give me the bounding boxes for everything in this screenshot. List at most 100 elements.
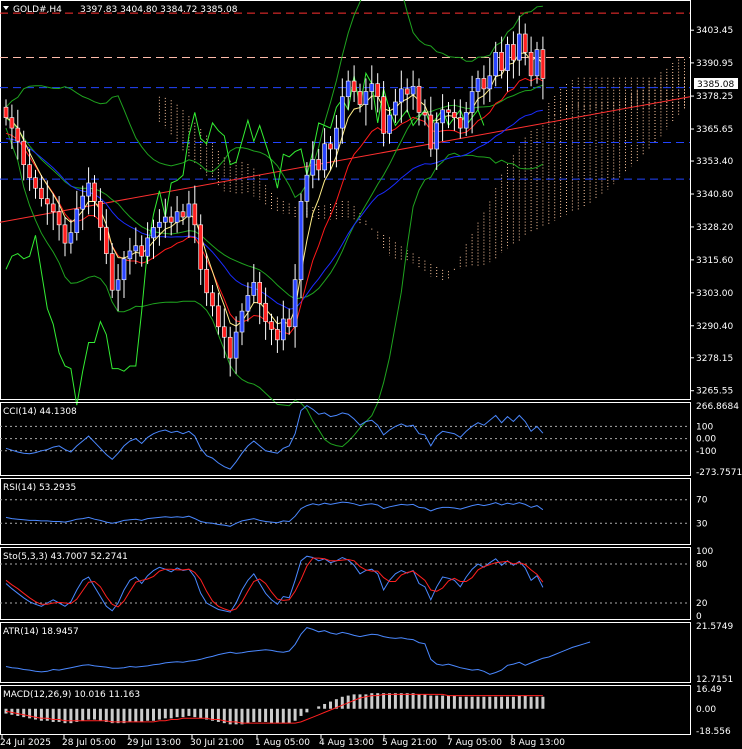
candle-body[interactable] (192, 203, 198, 226)
candle-body[interactable] (534, 49, 540, 77)
candle-body[interactable] (86, 182, 91, 197)
candle-body[interactable] (74, 208, 80, 233)
candle-body[interactable] (157, 221, 162, 228)
candle-body[interactable] (422, 112, 428, 116)
candles[interactable] (3, 15, 546, 377)
candle-body[interactable] (375, 83, 381, 98)
candle-body[interactable] (104, 227, 109, 254)
candle-body[interactable] (9, 117, 15, 129)
candle-body[interactable] (398, 88, 404, 103)
candle-body[interactable] (286, 318, 292, 328)
candle-body[interactable] (68, 232, 74, 244)
candle-body[interactable] (80, 195, 85, 210)
cci-pane[interactable]: CCI(14) 44.1308 266.8684 100 0.00 -100 -273.7… (0, 402, 742, 478)
macd-pane[interactable]: MACD(12,26,9) 10.016 11.163 16.49 0.00 -18.… (0, 685, 732, 737)
candle-body[interactable] (133, 245, 139, 252)
candle-body[interactable] (404, 88, 410, 95)
candle-body[interactable] (163, 216, 168, 223)
candle-body[interactable] (280, 318, 286, 341)
candle-body[interactable] (487, 75, 493, 90)
candle-body[interactable] (410, 85, 416, 95)
candle-body[interactable] (475, 78, 481, 92)
candle-body[interactable] (210, 292, 215, 307)
price-pane[interactable]: 3403.45 3390.95 3378.25 3365.65 3353.40 3340.… (0, 0, 733, 448)
candle-body[interactable] (457, 117, 463, 129)
candle-body[interactable] (351, 80, 357, 92)
candle-body[interactable] (516, 33, 522, 61)
candle-body[interactable] (416, 85, 422, 113)
candle-body[interactable] (511, 44, 516, 61)
candle-body[interactable] (227, 336, 233, 359)
candle-body[interactable] (339, 96, 345, 129)
candle-body[interactable] (452, 112, 457, 118)
candle-body[interactable] (434, 122, 440, 150)
candle-body[interactable] (334, 127, 339, 150)
candle-body[interactable] (345, 80, 351, 98)
candle-body[interactable] (257, 282, 263, 304)
candle-body[interactable] (428, 114, 434, 150)
candle-body[interactable] (540, 49, 546, 79)
candle-body[interactable] (269, 321, 274, 330)
candle-body[interactable] (180, 211, 186, 218)
candle-body[interactable] (115, 279, 121, 291)
candle-body[interactable] (310, 159, 316, 176)
candle-body[interactable] (56, 211, 62, 226)
candle-body[interactable] (469, 91, 475, 113)
candle-body[interactable] (298, 201, 304, 281)
trendline[interactable] (0, 96, 691, 223)
rsi-pane[interactable]: RSI(14) 53.2935 70 30 (0, 478, 708, 545)
candle-body[interactable] (463, 112, 469, 129)
candle-body[interactable] (387, 114, 392, 134)
candle-body[interactable] (304, 174, 310, 202)
candle-body[interactable] (145, 237, 150, 257)
candle-body[interactable] (499, 51, 504, 71)
candle-body[interactable] (139, 245, 144, 257)
chart-menu-arrow-icon[interactable] (3, 6, 9, 10)
trading-chart[interactable]: 3403.45 3390.95 3378.25 3365.65 3353.40 3340.… (0, 0, 742, 749)
candle-body[interactable] (369, 83, 375, 92)
candle-body[interactable] (245, 295, 251, 312)
candle-body[interactable] (98, 201, 103, 228)
candle-body[interactable] (216, 305, 221, 328)
candle-body[interactable] (275, 329, 280, 341)
candle-body[interactable] (528, 51, 534, 77)
atr-pane[interactable]: ATR(14) 18.9457 21.5749 12.7151 (0, 622, 734, 685)
candle-body[interactable] (239, 310, 245, 333)
candle-body[interactable] (263, 302, 268, 322)
candle-body[interactable] (204, 268, 209, 294)
candle-body[interactable] (233, 331, 239, 359)
candle-body[interactable] (328, 143, 333, 150)
candle-body[interactable] (151, 227, 156, 239)
candle-body[interactable] (174, 211, 180, 223)
candle-body[interactable] (15, 127, 21, 142)
candle-body[interactable] (50, 203, 56, 213)
candle-body[interactable] (21, 140, 27, 166)
candle-body[interactable] (393, 101, 398, 116)
candle-body[interactable] (33, 177, 38, 189)
candle-body[interactable] (481, 78, 487, 90)
candle-body[interactable] (522, 33, 528, 53)
candle-body[interactable] (39, 187, 44, 199)
candle-body[interactable] (251, 282, 257, 296)
candle-body[interactable] (446, 109, 451, 113)
candle-body[interactable] (168, 216, 174, 223)
candle-body[interactable] (92, 182, 97, 202)
candle-body[interactable] (109, 253, 115, 291)
candle-body[interactable] (505, 44, 510, 71)
candle-body[interactable] (292, 279, 298, 328)
candle-body[interactable] (440, 109, 445, 124)
candle-body[interactable] (363, 91, 369, 105)
stochastic-pane[interactable]: Sto(5,3,3) 43.7007 52.2741 100 80 20 0 (0, 547, 713, 622)
candle-body[interactable] (316, 159, 322, 171)
candle-body[interactable] (357, 91, 363, 105)
candle-body[interactable] (493, 51, 499, 77)
candle-body[interactable] (186, 203, 192, 218)
candle-body[interactable] (381, 96, 386, 134)
candle-body[interactable] (322, 143, 327, 171)
candle-body[interactable] (27, 164, 32, 179)
candle-body[interactable] (44, 198, 50, 205)
candle-body[interactable] (121, 258, 127, 281)
candle-body[interactable] (62, 224, 68, 244)
candle-body[interactable] (3, 106, 9, 118)
candle-body[interactable] (222, 326, 227, 338)
